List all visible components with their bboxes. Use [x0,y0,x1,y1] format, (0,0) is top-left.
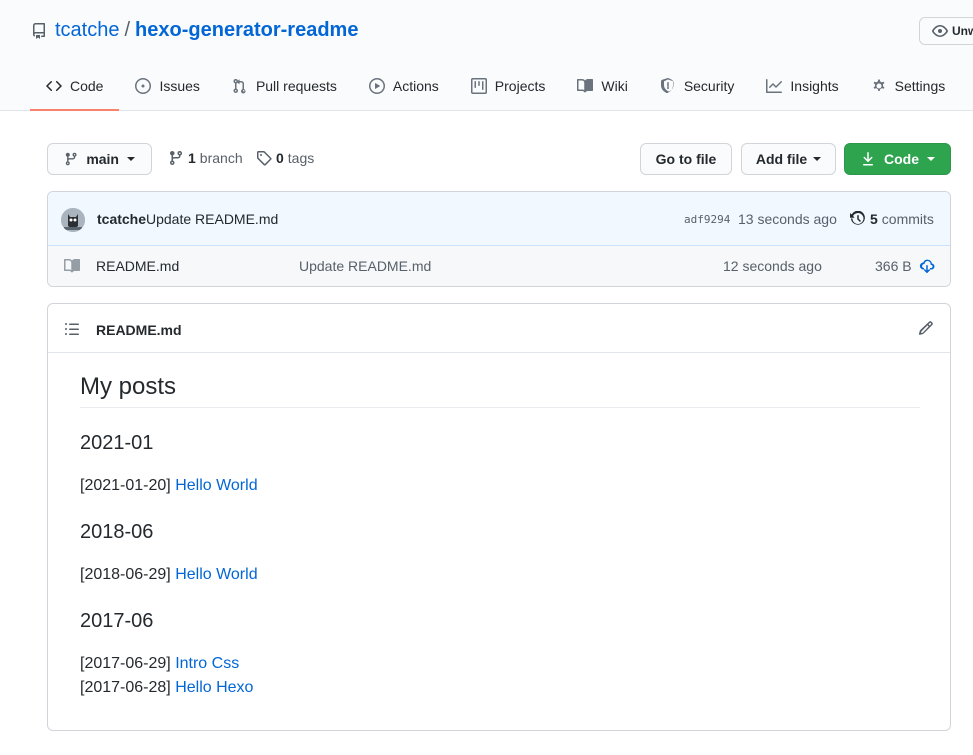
branches-link[interactable]: 1 branch [168,150,243,166]
list-icon[interactable] [64,321,80,337]
git-branch-icon [170,150,182,166]
unwatch-button[interactable]: Unwatch [919,17,973,45]
file-listing: tcatche Update README.md adf9294 13 seco… [47,191,951,287]
list-item: [2017-06-29] Intro Css [80,655,239,673]
readme-header: README.md [48,304,950,353]
commit-message-link[interactable]: Update README.md [146,211,278,227]
branch-select-button[interactable]: main [47,143,152,175]
list-item: [2021-01-20] Hello World [80,477,258,495]
unwatch-label: Unwatch [952,24,973,38]
branch-count: 1 [188,150,196,166]
commit-count-label: commits [881,211,934,227]
tab-label: Wiki [601,78,628,94]
graph-icon [766,79,783,93]
section-heading: 2017-06 [80,610,154,632]
repo-icon [32,22,45,39]
tab-label: Settings [894,78,946,94]
post-link[interactable]: Intro Css [175,655,239,672]
add-file-label: Add file [755,151,808,167]
tab-wiki[interactable]: Wiki [561,62,643,110]
issue-icon [135,78,152,94]
tags-link[interactable]: 0 tags [256,150,314,166]
play-icon [368,78,385,94]
caret-down-icon [127,157,135,161]
branch-name: main [86,151,119,167]
branch-label: branch [199,150,243,166]
repo-owner-link[interactable]: tcatche [55,19,119,42]
project-icon [470,78,487,94]
post-link[interactable]: Hello World [175,566,257,583]
commit-sha-link[interactable]: adf9294 [684,213,730,226]
tab-actions[interactable]: Actions [353,62,455,110]
readme-filename-link[interactable]: README.md [96,322,182,338]
shield-icon [660,78,674,94]
code-button-label: Code [884,151,919,167]
tab-issues[interactable]: Issues [119,62,215,110]
file-row[interactable]: README.md Update README.md 12 seconds ag… [48,246,950,286]
owl-avatar-icon [61,208,85,232]
code-icon [46,80,62,92]
tab-label: Actions [392,78,439,94]
tab-label: Issues [159,78,200,94]
avatar[interactable] [61,208,85,232]
go-to-file-button[interactable]: Go to file [640,143,732,175]
tab-label: Projects [494,78,546,94]
tab-settings[interactable]: Settings [855,62,962,110]
repo-title: tcatche / hexo-generator-readme [31,19,358,42]
commit-count: 5 [870,211,878,227]
book-icon [577,79,594,93]
add-file-button[interactable]: Add file [741,143,836,175]
tab-label: Pull requests [255,78,337,94]
cloud-download-icon[interactable] [919,258,935,274]
latest-commit-bar: tcatche Update README.md adf9294 13 seco… [48,192,950,246]
file-age: 12 seconds ago [723,258,822,274]
repo-tabs: Code Issues Pull requests Actions Projec… [30,62,962,111]
post-date: [2021-01-20] [80,477,171,494]
section-heading: 2021-01 [80,432,154,454]
tab-code[interactable]: Code [30,62,120,111]
repo-name-link[interactable]: hexo-generator-readme [135,19,358,42]
post-link[interactable]: Hello World [175,477,257,494]
tab-projects[interactable]: Projects [455,62,562,110]
tab-security[interactable]: Security [644,62,751,110]
repo-path-separator: / [124,19,131,41]
tab-label: Code [70,78,104,94]
commits-history-link[interactable]: 5 commits [850,211,934,227]
list-item: [2017-06-28] Hello Hexo [80,679,253,697]
file-commit-message-link[interactable]: Update README.md [299,258,431,274]
repo-header: tcatche / hexo-generator-readme Unwatch … [0,0,973,111]
pencil-icon[interactable] [918,320,934,336]
tag-label: tags [287,150,315,166]
commit-time: 13 seconds ago [738,211,837,227]
eye-icon [932,25,948,37]
tab-pull-requests[interactable]: Pull requests [216,62,353,110]
history-icon [850,211,865,225]
commit-author-link[interactable]: tcatche [97,211,146,227]
tag-icon [257,151,272,166]
post-date: [2018-06-29] [80,566,171,583]
download-icon [863,152,873,166]
post-link[interactable]: Hello Hexo [175,679,253,696]
code-download-button[interactable]: Code [844,143,951,175]
file-size: 366 B [875,258,912,274]
readme-content: My posts 2021-01 [2021-01-20] Hello Worl… [80,370,920,696]
caret-down-icon [927,157,935,161]
tab-label: Insights [790,78,839,94]
readme-heading: My posts [80,370,920,408]
file-name-link[interactable]: README.md [96,258,179,274]
git-branch-icon [65,152,77,166]
section-heading: 2018-06 [80,521,154,543]
tab-label: Security [683,78,735,94]
pull-request-icon [233,78,246,94]
tab-insights[interactable]: Insights [750,62,854,110]
gear-icon [873,79,885,91]
post-date: [2017-06-29] [80,655,171,672]
list-item: [2018-06-29] Hello World [80,566,258,584]
file-icon [64,259,80,273]
caret-down-icon [813,157,822,161]
tag-count: 0 [276,150,284,166]
readme-box: README.md My posts 2021-01 [2021-01-20] … [47,303,951,731]
post-date: [2017-06-28] [80,679,171,696]
